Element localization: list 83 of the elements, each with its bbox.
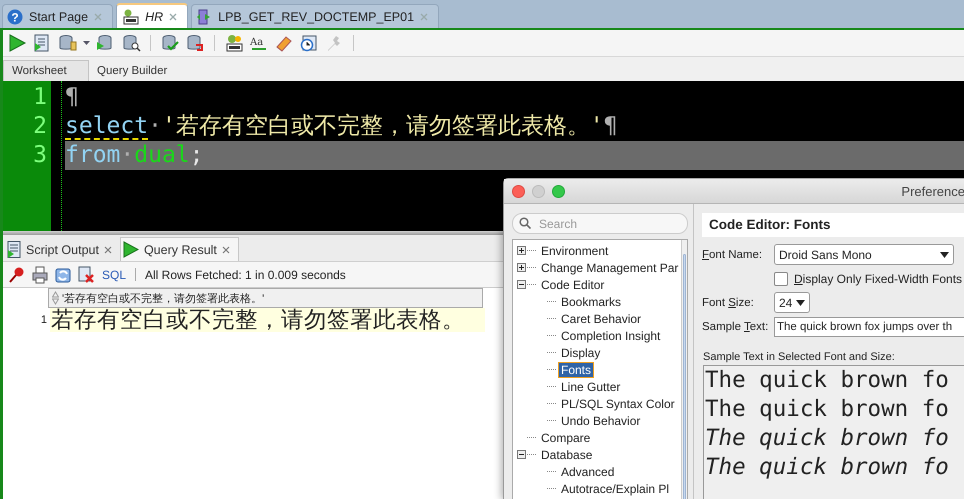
preview-text: The quick brown fo bbox=[705, 395, 949, 424]
tree-item[interactable]: Change Management Par bbox=[538, 260, 682, 276]
tree-item[interactable]: PL/SQL Syntax Color bbox=[558, 396, 678, 412]
play-icon bbox=[122, 241, 139, 258]
string-literal: '若存有空白或不完整，请勿签署此表格。' bbox=[162, 112, 604, 141]
database-check-icon[interactable] bbox=[160, 34, 180, 52]
close-icon[interactable] bbox=[512, 184, 525, 198]
expander-icon[interactable] bbox=[517, 450, 526, 459]
tree-item[interactable]: Database bbox=[538, 446, 596, 462]
document-tab[interactable]: HR bbox=[116, 3, 188, 28]
line-number: 1 bbox=[32, 83, 47, 112]
font-size-dropdown[interactable]: 24 bbox=[774, 292, 810, 313]
caret-icon bbox=[940, 252, 949, 258]
whitespace-mark: · bbox=[120, 141, 134, 170]
sql-link[interactable]: SQL bbox=[102, 268, 126, 282]
status-text: All Rows Fetched: 1 in 0.009 seconds bbox=[145, 268, 346, 282]
printer-icon[interactable] bbox=[31, 266, 49, 284]
expander-icon[interactable] bbox=[517, 280, 526, 289]
help-icon: ? bbox=[7, 8, 23, 24]
scrollbar[interactable] bbox=[681, 240, 687, 499]
column-title: '若存有空白或不完整，请勿签署此表格。' bbox=[62, 292, 264, 306]
play-icon[interactable] bbox=[7, 34, 27, 52]
table-cell[interactable]: 若存有空白或不完整，请勿签署此表格。 bbox=[50, 308, 485, 332]
document-tab[interactable]: LPB_GET_REV_DOCTEMP_EP01 bbox=[191, 4, 440, 28]
tree-item[interactable]: Caret Behavior bbox=[558, 310, 644, 326]
sort-icon bbox=[52, 291, 59, 305]
database-undo-icon[interactable] bbox=[185, 34, 205, 52]
line-number: 3 bbox=[32, 141, 47, 170]
whitespace-mark: ¶ bbox=[604, 112, 618, 141]
page-heading: Code Editor: Fonts bbox=[702, 213, 964, 237]
checkbox-label[interactable]: Display Only Fixed-Width Fonts bbox=[794, 272, 962, 286]
font-name-dropdown[interactable]: Droid Sans Mono bbox=[774, 244, 954, 265]
document-tab[interactable]: ? Start Page bbox=[2, 4, 114, 28]
close-icon[interactable] bbox=[104, 246, 112, 254]
search-icon bbox=[519, 217, 531, 229]
minimize-icon bbox=[532, 184, 545, 198]
tree-item[interactable]: Compare bbox=[538, 430, 594, 446]
whitespace-mark: · bbox=[148, 112, 162, 141]
tree-item[interactable]: Fonts bbox=[558, 362, 594, 378]
tree-item[interactable]: Completion Insight bbox=[558, 328, 664, 344]
identifier: dual bbox=[134, 141, 190, 170]
tree-item[interactable]: Undo Behavior bbox=[558, 412, 644, 428]
field-label: Font Name: bbox=[702, 248, 764, 260]
tree-item[interactable]: Bookmarks bbox=[558, 294, 624, 310]
tree-item[interactable]: Display bbox=[558, 344, 604, 360]
field-label: Sample Text: bbox=[702, 320, 770, 332]
tree-item[interactable]: Line Gutter bbox=[558, 378, 624, 394]
tree-item[interactable]: Advanced bbox=[558, 464, 618, 480]
result-tab[interactable]: Script Output bbox=[5, 238, 120, 261]
column-header[interactable]: '若存有空白或不完整，请勿签署此表格。' bbox=[48, 288, 483, 308]
checkbox[interactable] bbox=[774, 272, 788, 286]
expander-icon[interactable] bbox=[517, 246, 526, 255]
refresh-icon[interactable] bbox=[54, 266, 72, 284]
caret-icon bbox=[796, 300, 806, 306]
preview-text: The quick brown fo bbox=[705, 366, 949, 395]
clock-icon[interactable] bbox=[299, 34, 319, 52]
sql-icon[interactable] bbox=[224, 34, 244, 52]
procedure-icon bbox=[196, 8, 212, 24]
preview-text: The quick brown fo bbox=[705, 424, 949, 453]
database-icon[interactable] bbox=[57, 34, 77, 52]
close-icon[interactable] bbox=[222, 246, 230, 254]
tree-item[interactable]: Autotrace/Explain Pl bbox=[558, 480, 672, 496]
sql-icon bbox=[121, 8, 140, 24]
whitespace-mark: ¶ bbox=[65, 83, 79, 112]
preview-text: The quick brown fo bbox=[705, 453, 949, 482]
field-label: Font Size: bbox=[702, 296, 755, 308]
pin-icon[interactable] bbox=[8, 266, 26, 284]
delete-icon[interactable] bbox=[77, 266, 95, 284]
sql-keyword: from bbox=[65, 141, 120, 170]
result-tab[interactable]: Query Result bbox=[120, 237, 239, 261]
line-number: 2 bbox=[32, 112, 47, 141]
eraser-icon[interactable] bbox=[274, 34, 294, 52]
editor-tab[interactable]: Worksheet bbox=[3, 60, 89, 81]
sample-text-field[interactable]: The quick brown fox jumps over th bbox=[774, 316, 964, 336]
expander-icon[interactable] bbox=[517, 263, 526, 272]
tree-item[interactable]: Code Editor bbox=[538, 276, 608, 292]
database-search-icon[interactable] bbox=[121, 34, 141, 52]
tree-item[interactable]: Environment bbox=[538, 242, 612, 258]
punctuation: ; bbox=[190, 141, 204, 170]
preview-label: Sample Text in Selected Font and Size: bbox=[703, 351, 896, 363]
editor-tab[interactable]: Query Builder bbox=[89, 61, 176, 81]
search-field[interactable]: Search bbox=[512, 213, 688, 234]
script-icon bbox=[7, 241, 21, 258]
